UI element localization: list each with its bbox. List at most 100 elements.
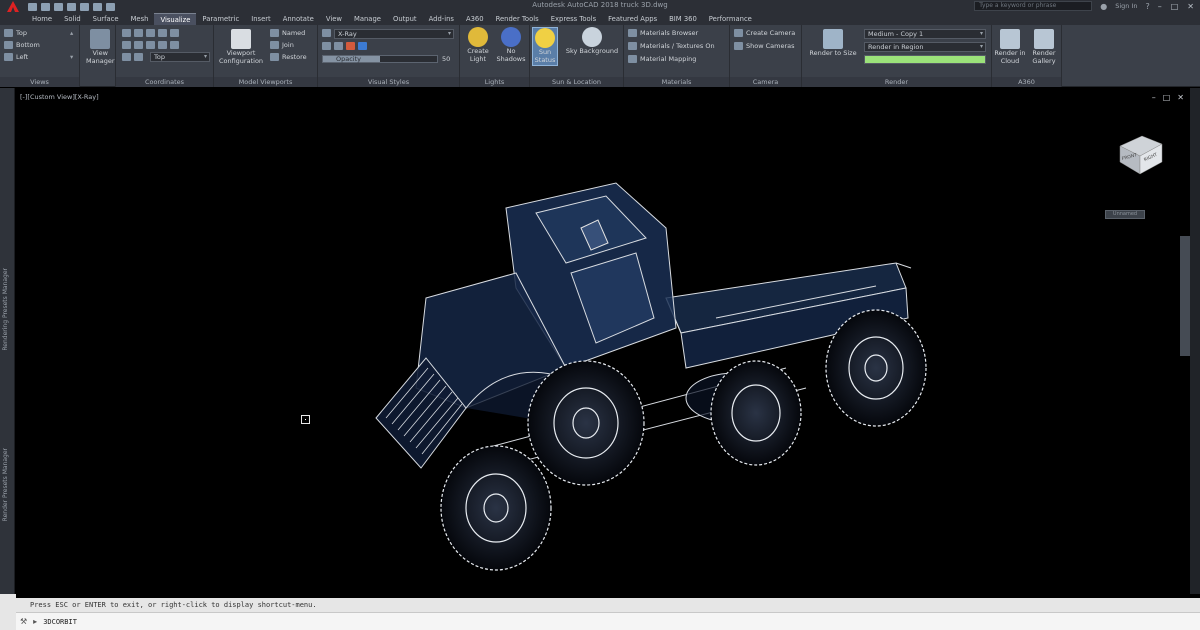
print-icon[interactable] bbox=[80, 2, 89, 11]
navigation-bar[interactable] bbox=[1180, 236, 1190, 356]
tab-solid[interactable]: Solid bbox=[58, 13, 87, 25]
render-preset-dropdown[interactable]: Medium - Copy 1 bbox=[864, 29, 986, 39]
viewport-minimize-icon[interactable]: – bbox=[1152, 93, 1156, 102]
viewport-controls-label[interactable]: [-][Custom View][X-Ray] bbox=[20, 93, 99, 101]
render-region-dropdown[interactable]: Render in Region bbox=[864, 42, 986, 52]
ucs-world-icon[interactable] bbox=[134, 29, 143, 37]
tab-featured-apps[interactable]: Featured Apps bbox=[602, 13, 663, 25]
tab-render-tools[interactable]: Render Tools bbox=[490, 13, 545, 25]
materials-textures-button[interactable]: Materials / Textures On bbox=[628, 42, 715, 50]
tab-parametric[interactable]: Parametric bbox=[196, 13, 245, 25]
search-input[interactable]: Type a keyword or phrase bbox=[974, 1, 1093, 11]
tab-add-ins[interactable]: Add-ins bbox=[423, 13, 460, 25]
command-line[interactable]: ⚒ ▸ 3DCORBIT bbox=[16, 612, 1200, 630]
panel-lights-title[interactable]: Lights bbox=[460, 77, 529, 87]
tab-mesh[interactable]: Mesh bbox=[125, 13, 155, 25]
tab-express-tools[interactable]: Express Tools bbox=[545, 13, 602, 25]
sky-background-button[interactable]: Sky Background bbox=[562, 27, 622, 55]
panel-model-viewports-title[interactable]: Model Viewports bbox=[214, 77, 317, 87]
panel-views-title[interactable]: Views bbox=[0, 77, 79, 87]
edge-effects-icon[interactable] bbox=[322, 42, 331, 50]
render-to-size-button[interactable]: Render to Size bbox=[806, 29, 860, 57]
tab-visualize[interactable]: Visualize bbox=[154, 13, 197, 25]
help-icon[interactable]: ? bbox=[1145, 2, 1149, 11]
view-top[interactable]: Top bbox=[4, 29, 27, 37]
palette-tab-1[interactable]: Rendering Presets Manager bbox=[2, 268, 9, 351]
tab-manage[interactable]: Manage bbox=[348, 13, 387, 25]
sun-status-button[interactable]: Sun Status bbox=[532, 27, 558, 66]
lighting-icon[interactable] bbox=[358, 42, 367, 50]
undo-icon[interactable] bbox=[93, 2, 102, 11]
ucs-icon[interactable] bbox=[122, 29, 131, 37]
ucs-y-icon[interactable] bbox=[158, 29, 167, 37]
restore-viewports-button[interactable]: Restore bbox=[270, 53, 307, 61]
close-icon[interactable]: ✕ bbox=[1187, 2, 1194, 11]
ucs-object-icon[interactable] bbox=[146, 41, 155, 49]
material-mapping-button[interactable]: Material Mapping bbox=[628, 55, 696, 63]
ucs-previous-icon[interactable] bbox=[134, 53, 143, 61]
panel-sun-location-title[interactable]: Sun & Location bbox=[530, 77, 623, 87]
save-icon[interactable] bbox=[54, 2, 63, 11]
save-as-icon[interactable] bbox=[67, 2, 76, 11]
views-scroll-up-icon[interactable]: ▴ bbox=[70, 29, 73, 37]
tab-home[interactable]: Home bbox=[26, 13, 58, 25]
viewport-maximize-icon[interactable]: □ bbox=[1163, 93, 1171, 102]
show-cameras-button[interactable]: Show Cameras bbox=[734, 42, 795, 50]
open-icon[interactable] bbox=[41, 2, 50, 11]
panel-render-title[interactable]: Render bbox=[802, 77, 991, 87]
ucs-x-icon[interactable] bbox=[146, 29, 155, 37]
render-in-cloud-button[interactable]: Render in Cloud bbox=[994, 29, 1026, 65]
tab-view[interactable]: View bbox=[320, 13, 348, 25]
palette-tab-2[interactable]: Render Presets Manager bbox=[2, 448, 9, 521]
tab-annotate[interactable]: Annotate bbox=[277, 13, 320, 25]
viewport-configuration-button[interactable]: Viewport Configuration bbox=[216, 29, 266, 65]
command-input[interactable]: 3DCORBIT bbox=[43, 618, 77, 626]
ucs-origin-icon[interactable] bbox=[122, 41, 131, 49]
view-bottom[interactable]: Bottom bbox=[4, 41, 40, 49]
panel-visual-styles-title[interactable]: Visual Styles bbox=[318, 77, 459, 87]
visual-style-dropdown[interactable]: X-Ray bbox=[334, 29, 454, 39]
sign-in-link[interactable]: Sign In bbox=[1115, 2, 1137, 10]
panel-materials-title[interactable]: Materials bbox=[624, 77, 729, 87]
panel-a360-title[interactable]: A360 bbox=[992, 77, 1061, 87]
named-viewports-button[interactable]: Named bbox=[270, 29, 305, 37]
render-gallery-button[interactable]: Render Gallery bbox=[1028, 29, 1060, 65]
tab-performance[interactable]: Performance bbox=[703, 13, 758, 25]
tab-surface[interactable]: Surface bbox=[87, 13, 125, 25]
join-viewports-button[interactable]: Join bbox=[270, 41, 294, 49]
autocad-logo-icon[interactable] bbox=[0, 0, 26, 13]
wcs-menu[interactable]: Unnamed bbox=[1105, 210, 1145, 219]
ucs-named-icon[interactable] bbox=[122, 53, 131, 61]
redo-icon[interactable] bbox=[106, 2, 115, 11]
view-manager-button[interactable]: View Manager bbox=[86, 29, 115, 65]
viewport-close-icon[interactable]: ✕ bbox=[1177, 93, 1184, 102]
truck-3d-model[interactable] bbox=[336, 168, 936, 594]
tab-a360[interactable]: A360 bbox=[460, 13, 490, 25]
tab-output[interactable]: Output bbox=[387, 13, 423, 25]
panel-camera-title[interactable]: Camera bbox=[730, 77, 801, 87]
ucs-face-icon[interactable] bbox=[158, 41, 167, 49]
wrench-icon[interactable]: ⚒ bbox=[20, 617, 27, 626]
materials-browser-button[interactable]: Materials Browser bbox=[628, 29, 698, 37]
minimize-icon[interactable]: – bbox=[1158, 2, 1162, 11]
user-icon[interactable]: ● bbox=[1100, 2, 1107, 11]
create-light-button[interactable]: Create Light bbox=[464, 27, 492, 63]
panel-coordinates-title[interactable]: Coordinates bbox=[116, 77, 213, 87]
no-shadows-button[interactable]: No Shadows bbox=[496, 27, 526, 63]
views-scroll-down-icon[interactable]: ▾ bbox=[70, 53, 73, 61]
create-camera-button[interactable]: Create Camera bbox=[734, 29, 795, 37]
ucs-view-icon[interactable] bbox=[134, 41, 143, 49]
view-left[interactable]: Left bbox=[4, 53, 28, 61]
new-icon[interactable] bbox=[28, 2, 37, 11]
tab-bim-360[interactable]: BIM 360 bbox=[663, 13, 703, 25]
right-scroll-edge[interactable] bbox=[1190, 88, 1200, 594]
tab-insert[interactable]: Insert bbox=[245, 13, 277, 25]
ucs-3point-icon[interactable] bbox=[170, 41, 179, 49]
viewcube[interactable]: FRONT RIGHT bbox=[1112, 128, 1172, 178]
drawing-viewport[interactable]: [-][Custom View][X-Ray] – □ ✕ FRONT RIGH… bbox=[16, 88, 1190, 594]
face-style-icon[interactable] bbox=[334, 42, 343, 50]
ucs-dropdown[interactable]: Top bbox=[150, 52, 210, 62]
maximize-icon[interactable]: □ bbox=[1171, 2, 1179, 11]
ucs-z-icon[interactable] bbox=[170, 29, 179, 37]
color-icon[interactable] bbox=[346, 42, 355, 50]
